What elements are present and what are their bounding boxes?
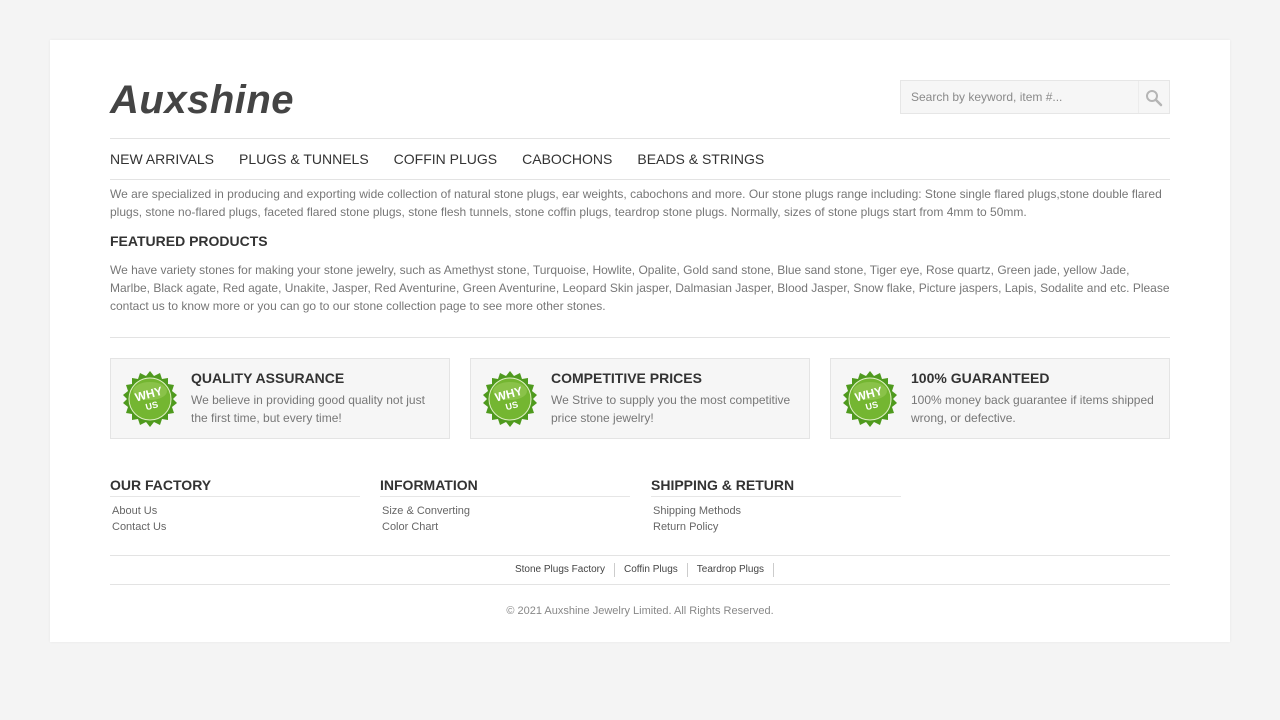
feature-title: COMPETITIVE PRICES xyxy=(551,370,702,386)
footer-link-return-policy[interactable]: Return Policy xyxy=(653,521,718,533)
feature-text: 100% money back guarantee if items shipp… xyxy=(911,393,1154,425)
search-input[interactable] xyxy=(901,81,1141,113)
intro-text: We are specialized in producing and expo… xyxy=(110,187,1162,219)
why-us-badge-icon: WHY US xyxy=(123,371,177,427)
search-button[interactable] xyxy=(1138,81,1169,113)
footer-col-title: OUR FACTORY xyxy=(110,476,360,497)
footer-col-title: SHIPPING & RETURN xyxy=(651,476,901,497)
bottom-link-stone-plugs-factory[interactable]: Stone Plugs Factory xyxy=(506,563,616,577)
bottom-link-coffin-plugs[interactable]: Coffin Plugs xyxy=(615,563,688,577)
site-logo[interactable]: Auxshine xyxy=(110,78,294,122)
nav-item-plugs-tunnels[interactable]: PLUGS & TUNNELS xyxy=(239,150,369,178)
section-divider xyxy=(110,337,1170,338)
footer-link-about-us[interactable]: About Us xyxy=(112,505,157,517)
feature-box-prices: WHY US COMPETITIVE PRICES We Strive to s… xyxy=(470,358,810,439)
feature-boxes: WHY US QUALITY ASSURANCE We believe in p… xyxy=(110,358,1170,440)
feature-box-quality: WHY US QUALITY ASSURANCE We believe in p… xyxy=(110,358,450,439)
why-us-badge-icon: WHY US xyxy=(483,371,537,427)
feature-title: QUALITY ASSURANCE xyxy=(191,370,345,386)
footer-divider xyxy=(110,555,1170,556)
feature-text: We Strive to supply you the most competi… xyxy=(551,393,791,425)
feature-title: 100% GUARANTEED xyxy=(911,370,1050,386)
footer-link-contact-us[interactable]: Contact Us xyxy=(112,521,166,533)
nav-divider xyxy=(110,179,1170,180)
copyright-divider xyxy=(110,584,1170,585)
footer-link-shipping-methods[interactable]: Shipping Methods xyxy=(653,505,741,517)
footer-col-information: INFORMATION Size & Converting Color Char… xyxy=(380,476,630,535)
magnifier-icon xyxy=(1146,90,1163,107)
nav-item-beads-strings[interactable]: BEADS & STRINGS xyxy=(637,150,764,178)
why-us-badge-icon: WHY US xyxy=(843,371,897,427)
footer-link-color-chart[interactable]: Color Chart xyxy=(382,521,438,533)
page-container: Auxshine NEW ARRIVALS PLUGS & TUNNELS CO… xyxy=(50,40,1230,642)
footer-col-factory: OUR FACTORY About Us Contact Us xyxy=(110,476,360,535)
footer-col-shipping: SHIPPING & RETURN Shipping Methods Retur… xyxy=(651,476,901,535)
footer-link-size-converting[interactable]: Size & Converting xyxy=(382,505,470,517)
copyright-text: © 2021 Auxshine Jewelry Limited. All Rig… xyxy=(506,605,774,617)
featured-text: We have variety stones for making your s… xyxy=(110,263,1170,313)
footer-col-title: INFORMATION xyxy=(380,476,630,497)
nav-item-cabochons[interactable]: CABOCHONS xyxy=(522,150,612,178)
nav-item-new-arrivals[interactable]: NEW ARRIVALS xyxy=(110,150,214,178)
bottom-links: Stone Plugs Factory Coffin Plugs Teardrop … xyxy=(110,563,1170,577)
feature-text: We believe in providing good quality not… xyxy=(191,393,425,425)
main-nav: NEW ARRIVALS PLUGS & TUNNELS COFFIN PLUG… xyxy=(110,150,789,178)
bottom-link-teardrop-plugs[interactable]: Teardrop Plugs xyxy=(688,563,775,577)
feature-box-guaranteed: WHY US 100% GUARANTEED 100% money back g… xyxy=(830,358,1170,439)
search-box xyxy=(900,80,1170,114)
featured-title: FEATURED PRODUCTS xyxy=(110,233,268,249)
header-divider xyxy=(110,138,1170,139)
nav-item-coffin-plugs[interactable]: COFFIN PLUGS xyxy=(394,150,497,178)
